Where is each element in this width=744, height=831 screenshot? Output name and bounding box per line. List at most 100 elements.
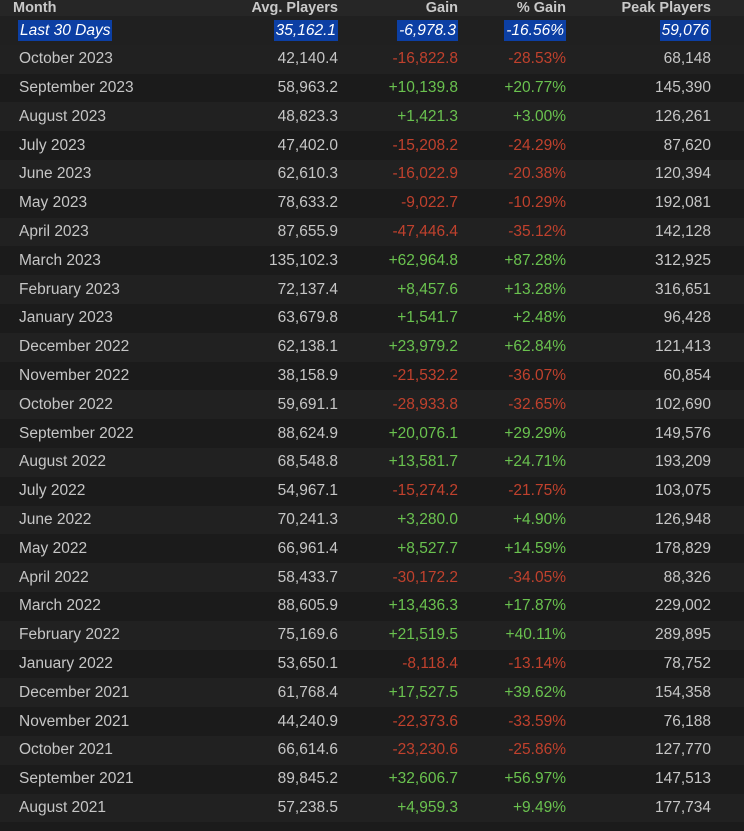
cell-gain: +17,527.5: [342, 678, 462, 708]
highlighted-text: -6,978.3: [397, 19, 458, 41]
table-row: August 2021 57,238.5 +4,959.3 +9.49% 177,734: [0, 793, 744, 823]
cell-avg-players: 57,238.5: [226, 793, 342, 823]
cell-month: February 2022: [0, 620, 226, 650]
cell-month: March 2023: [0, 246, 226, 276]
cell-avg-players: 53,650.1: [226, 649, 342, 679]
cell-month: January 2023: [0, 303, 226, 333]
cell-peak-players: 76,188: [570, 707, 744, 736]
table-row: August 2022 68,548.8 +13,581.7 +24.71% 193,2…: [0, 447, 744, 477]
cell-peak-players: 312,925: [570, 246, 744, 276]
cell-peak-players: 142,128: [570, 217, 744, 247]
cell-gain: -22,373.6: [342, 707, 462, 736]
cell-percent-gain: -10.29%: [462, 188, 570, 218]
cell-percent-gain: +9.49%: [462, 793, 570, 823]
player-stats-page: Month Avg. Players Gain % Gain Peak Play…: [0, 0, 744, 831]
table-row: January 2022 53,650.1 -8,118.4 -13.14% 78,75…: [0, 649, 744, 679]
cell-percent-gain: +87.28%: [462, 246, 570, 276]
cell-percent-gain: -25.86%: [462, 735, 570, 765]
table-row: October 2021 66,614.6 -23,230.6 -25.86% 127,…: [0, 735, 744, 765]
cell-gain: +21,519.5: [342, 620, 462, 650]
table-row-last-30-days: Last 30 Days 35,162.1 -6,978.3 -16.56% 5…: [0, 16, 744, 45]
cell-gain: -16,822.8: [342, 44, 462, 74]
cell-percent-gain: +14.59%: [462, 534, 570, 564]
table-row: October 2023 42,140.4 -16,822.8 -28.53% 68,1…: [0, 44, 744, 74]
cell-month: August 2023: [0, 102, 226, 132]
cell-gain: +3,280.0: [342, 505, 462, 535]
cell-percent-gain: +17.87%: [462, 591, 570, 621]
cell-gain: -15,274.2: [342, 476, 462, 506]
cell-peak-players: 59,076: [570, 16, 744, 45]
cell-peak-players: 60,854: [570, 361, 744, 391]
cell-month: January 2022: [0, 649, 226, 679]
cell-month: April 2022: [0, 563, 226, 592]
cell-peak-players: 229,002: [570, 591, 744, 621]
table-row: July 2022 54,967.1 -15,274.2 -21.75% 103,075: [0, 476, 744, 506]
cell-peak-players: 103,075: [570, 476, 744, 506]
cell-gain: +62,964.8: [342, 246, 462, 276]
cell-peak-players: 88,326: [570, 563, 744, 592]
cell-month: February 2023: [0, 275, 226, 304]
cell-percent-gain: -34.05%: [462, 563, 570, 592]
cell-peak-players: 87,620: [570, 131, 744, 160]
cell-month: March 2022: [0, 591, 226, 621]
column-header-percent-gain[interactable]: % Gain: [462, 0, 570, 16]
cell-percent-gain: +24.71%: [462, 447, 570, 477]
cell-avg-players: 38,158.9: [226, 361, 342, 391]
cell-month: December 2022: [0, 332, 226, 362]
table-row: April 2022 58,433.7 -30,172.2 -34.05% 88,326: [0, 563, 744, 592]
cell-percent-gain: +56.97%: [462, 764, 570, 794]
cell-gain: +20,076.1: [342, 419, 462, 448]
table-row: September 2023 58,963.2 +10,139.8 +20.77% 14…: [0, 73, 744, 103]
column-header-month[interactable]: Month: [0, 0, 226, 16]
cell-month: August 2022: [0, 447, 226, 477]
cell-avg-players: 87,655.9: [226, 217, 342, 247]
table-body: Last 30 Days 35,162.1 -6,978.3 -16.56% 5…: [0, 16, 744, 823]
table-row: December 2022 62,138.1 +23,979.2 +62.84% 121…: [0, 332, 744, 362]
cell-avg-players: 62,138.1: [226, 332, 342, 362]
table-row: October 2022 59,691.1 -28,933.8 -32.65% 102,…: [0, 390, 744, 420]
cell-avg-players: 72,137.4: [226, 275, 342, 304]
monthly-player-table: Month Avg. Players Gain % Gain Peak Play…: [0, 0, 744, 823]
cell-avg-players: 58,963.2: [226, 73, 342, 103]
cell-gain: -16,022.9: [342, 159, 462, 189]
cell-avg-players: 66,614.6: [226, 735, 342, 765]
cell-month: November 2022: [0, 361, 226, 391]
cell-avg-players: 42,140.4: [226, 44, 342, 74]
column-header-gain[interactable]: Gain: [342, 0, 462, 16]
cell-month: October 2023: [0, 44, 226, 74]
highlighted-text: -16.56%: [504, 19, 566, 41]
cell-avg-players: 70,241.3: [226, 505, 342, 535]
cell-month: June 2022: [0, 505, 226, 535]
cell-month: September 2022: [0, 419, 226, 448]
cell-gain: +13,436.3: [342, 591, 462, 621]
table-row: December 2021 61,768.4 +17,527.5 +39.62% 154…: [0, 678, 744, 708]
cell-percent-gain: -36.07%: [462, 361, 570, 391]
table-header: Month Avg. Players Gain % Gain Peak Play…: [0, 0, 744, 16]
highlighted-text: 35,162.1: [273, 19, 338, 41]
cell-avg-players: 35,162.1: [226, 16, 342, 45]
cell-gain: +23,979.2: [342, 332, 462, 362]
table-row: February 2022 75,169.6 +21,519.5 +40.11% 289…: [0, 620, 744, 650]
column-header-avg-players[interactable]: Avg. Players: [226, 0, 342, 16]
cell-peak-players: 121,413: [570, 332, 744, 362]
cell-gain: +1,541.7: [342, 303, 462, 333]
cell-percent-gain: +20.77%: [462, 73, 570, 103]
column-header-peak-players[interactable]: Peak Players: [570, 0, 744, 16]
table-row: March 2023 135,102.3 +62,964.8 +87.28% 312,9…: [0, 246, 744, 276]
cell-percent-gain: -32.65%: [462, 390, 570, 420]
cell-peak-players: 147,513: [570, 764, 744, 794]
cell-percent-gain: -16.56%: [462, 16, 570, 45]
cell-percent-gain: -21.75%: [462, 476, 570, 506]
cell-avg-players: 47,402.0: [226, 131, 342, 160]
cell-peak-players: 289,895: [570, 620, 744, 650]
cell-peak-players: 154,358: [570, 678, 744, 708]
cell-percent-gain: +13.28%: [462, 275, 570, 304]
cell-month: July 2022: [0, 476, 226, 506]
cell-gain: +8,457.6: [342, 275, 462, 304]
cell-avg-players: 54,967.1: [226, 476, 342, 506]
cell-peak-players: 102,690: [570, 390, 744, 420]
cell-avg-players: 58,433.7: [226, 563, 342, 592]
highlighted-text: 59,076: [659, 19, 711, 41]
cell-gain: -6,978.3: [342, 16, 462, 45]
cell-month: November 2021: [0, 707, 226, 736]
